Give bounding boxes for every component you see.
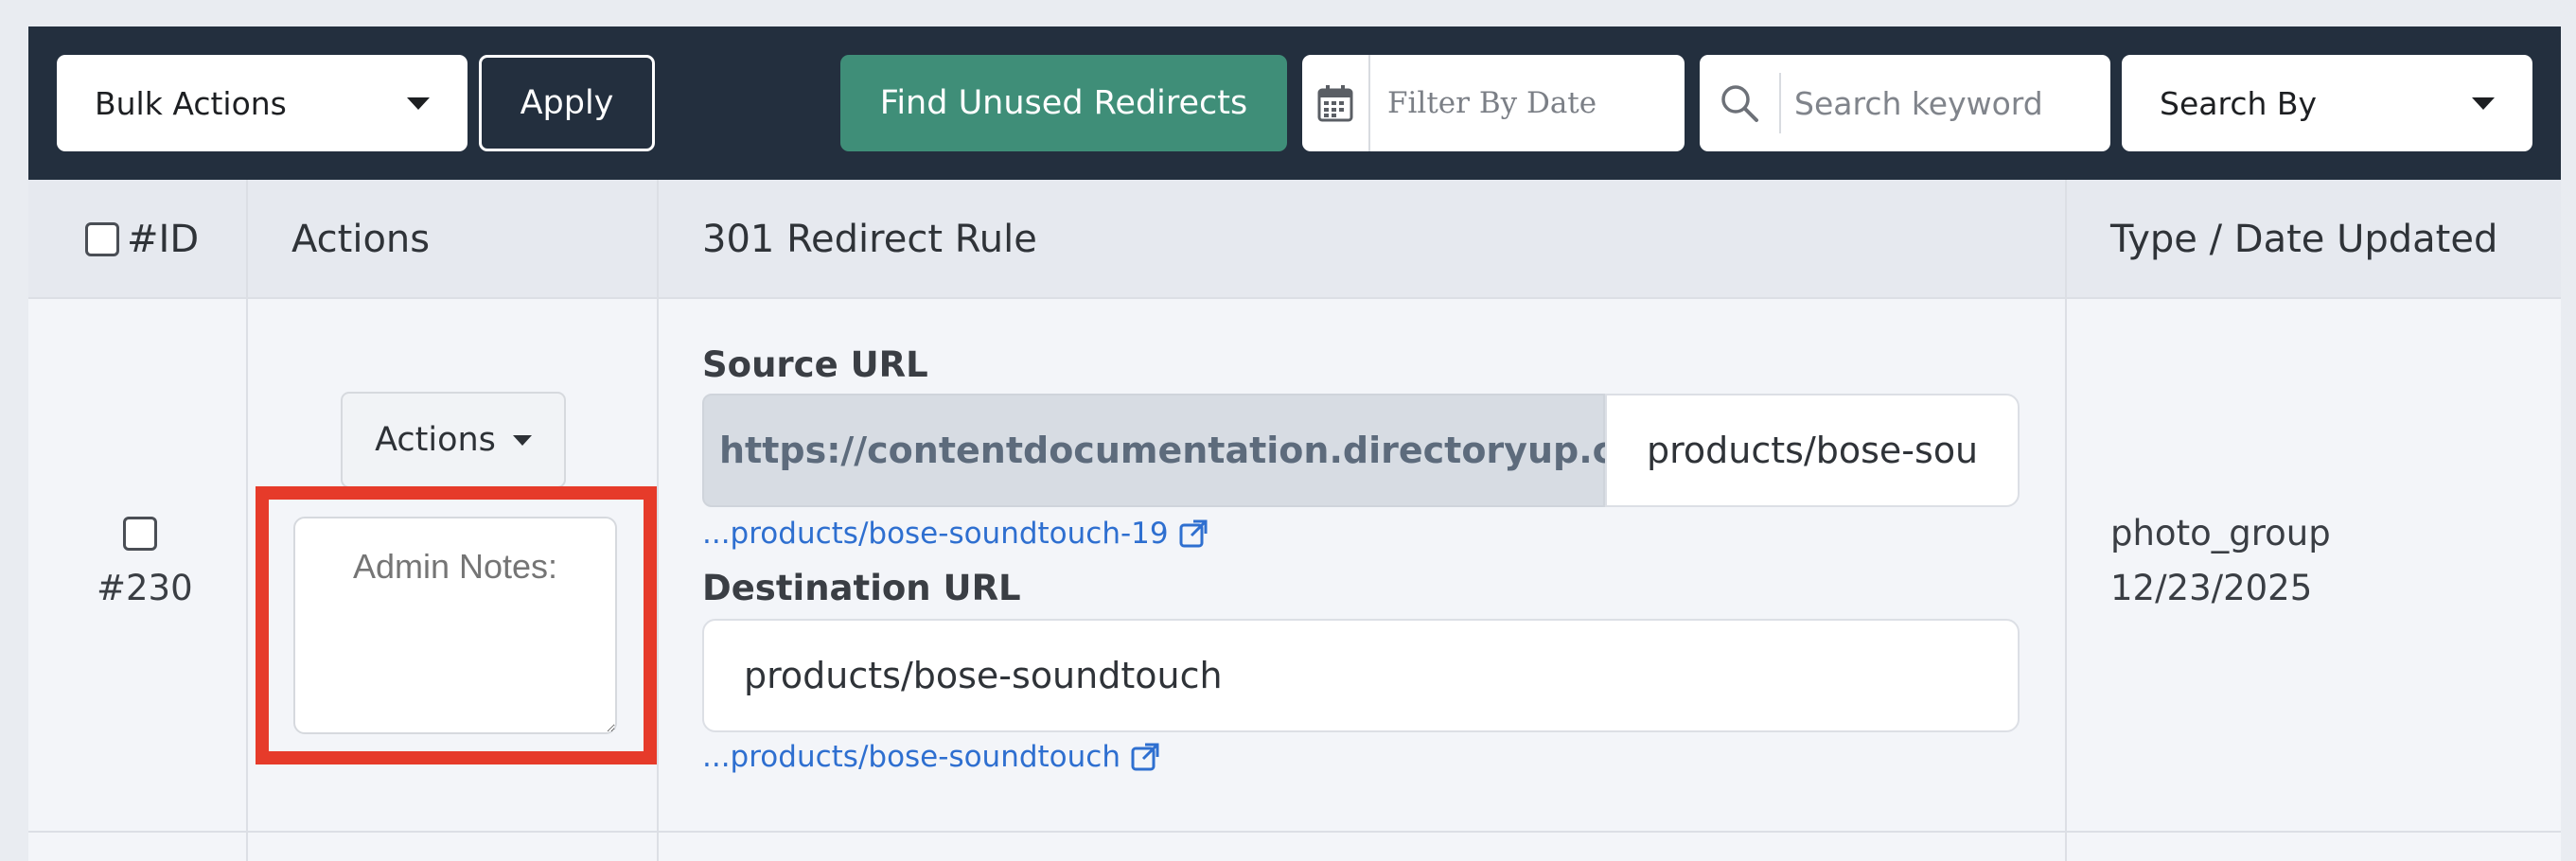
bulk-actions-select[interactable]: Bulk Actions bbox=[57, 55, 468, 151]
row-actions-button[interactable]: Actions bbox=[341, 392, 566, 488]
destination-url-label: Destination URL bbox=[702, 568, 1021, 608]
bulk-actions-label: Bulk Actions bbox=[95, 84, 287, 122]
source-url-label: Source URL bbox=[702, 344, 928, 385]
header-redirect-rule: 301 Redirect Rule bbox=[702, 218, 1037, 261]
destination-url-link-text: ...products/bose-soundtouch bbox=[702, 740, 1120, 774]
row-type: photo_group bbox=[2110, 513, 2331, 554]
chevron-down-icon bbox=[512, 434, 532, 446]
header-actions: Actions bbox=[291, 218, 431, 261]
source-url-input[interactable]: products/bose-sou bbox=[1605, 394, 2020, 507]
filter-by-date-input[interactable]: Filter By Date bbox=[1302, 55, 1685, 151]
search-by-select[interactable]: Search By bbox=[2122, 55, 2532, 151]
filter-by-date-placeholder: Filter By Date bbox=[1387, 86, 1597, 120]
source-url-prefix: https://contentdocumentation.directoryup… bbox=[702, 394, 1689, 507]
header-id: #ID bbox=[127, 218, 200, 261]
search-by-label: Search By bbox=[2160, 84, 2318, 122]
admin-notes-textarea[interactable] bbox=[293, 517, 617, 734]
calendar-icon bbox=[1302, 55, 1370, 151]
destination-url-link[interactable]: ...products/bose-soundtouch bbox=[702, 740, 1160, 774]
apply-button[interactable]: Apply bbox=[479, 55, 655, 151]
row-date-updated: 12/23/2025 bbox=[2110, 568, 2313, 608]
column-divider bbox=[2065, 180, 2067, 861]
select-all-checkbox[interactable] bbox=[85, 222, 119, 256]
source-url-link-text: ...products/bose-soundtouch-19 bbox=[702, 517, 1169, 551]
source-url-link[interactable]: ...products/bose-soundtouch-19 bbox=[702, 517, 1209, 551]
destination-url-input[interactable]: products/bose-soundtouch bbox=[702, 619, 2020, 732]
find-unused-redirects-button[interactable]: Find Unused Redirects bbox=[840, 55, 1287, 151]
chevron-down-icon bbox=[2472, 97, 2495, 110]
search-icon bbox=[1700, 73, 1781, 133]
external-link-icon bbox=[1179, 519, 1208, 548]
row-actions-label: Actions bbox=[375, 421, 496, 459]
column-divider bbox=[657, 180, 659, 861]
column-divider bbox=[246, 180, 248, 861]
row-id: #230 bbox=[97, 568, 193, 608]
header-type-date: Type / Date Updated bbox=[2110, 218, 2498, 261]
search-keyword-placeholder: Search keyword bbox=[1794, 84, 2043, 122]
chevron-down-icon bbox=[407, 97, 430, 110]
external-link-icon bbox=[1131, 743, 1159, 771]
row-checkbox[interactable] bbox=[123, 517, 157, 551]
header-id-cell: #ID bbox=[85, 180, 199, 299]
search-keyword-input[interactable]: Search keyword bbox=[1700, 55, 2110, 151]
